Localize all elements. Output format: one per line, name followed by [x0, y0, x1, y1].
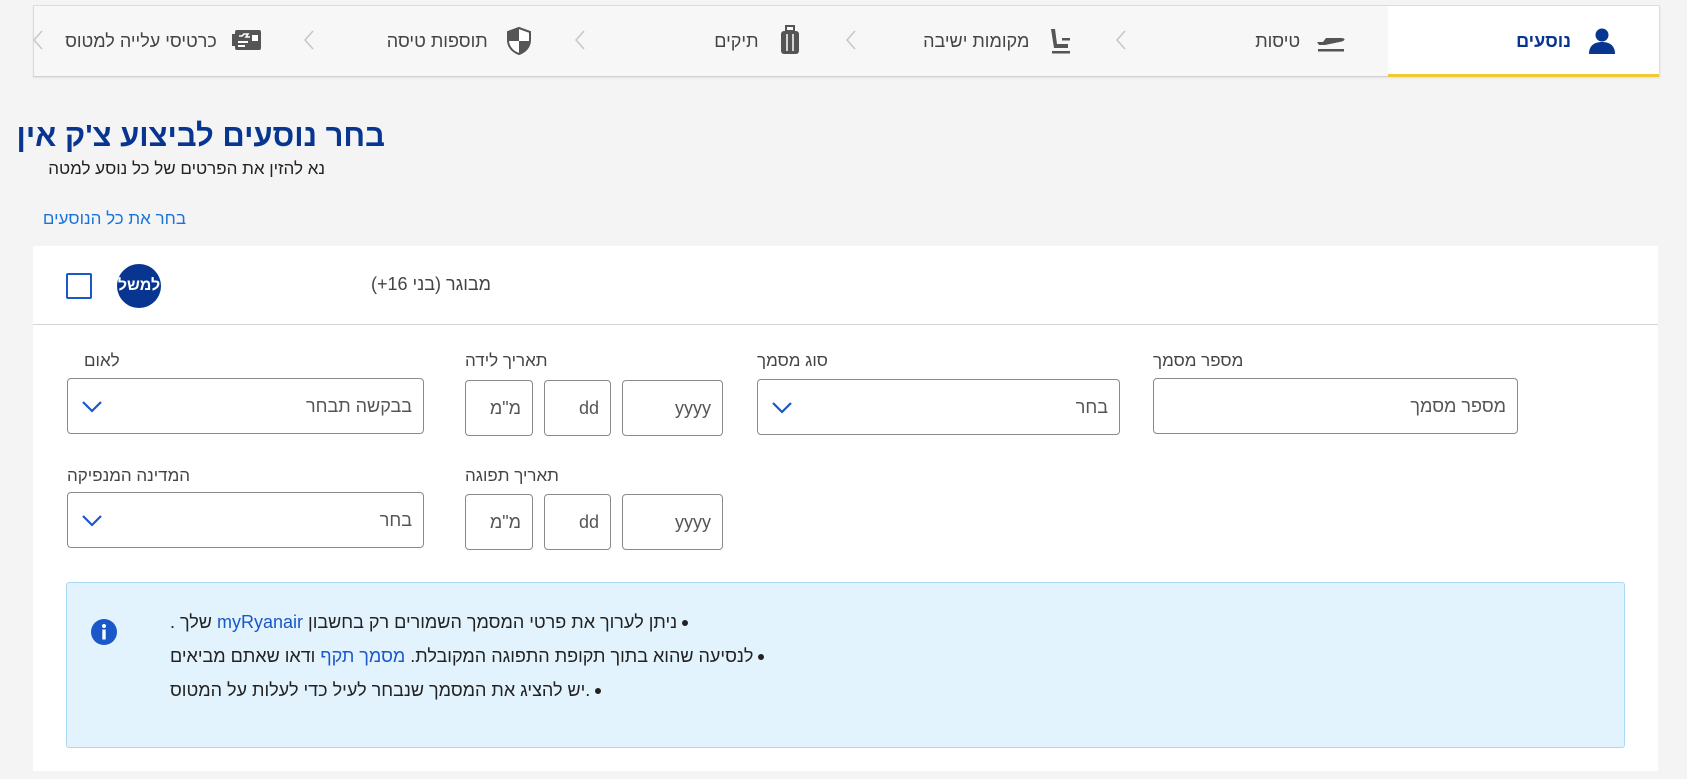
- page-subtitle: נא להזין את הפרטים של כל נוסע למטה: [48, 159, 325, 178]
- chevron-left-icon: [33, 30, 43, 50]
- step-label: תיקים: [714, 30, 759, 51]
- select-all-passengers-link[interactable]: בחר את כל הנוסעים: [43, 209, 186, 229]
- expiry-day-input[interactable]: dd: [544, 494, 611, 550]
- myryanair-link[interactable]: myRyanair: [217, 612, 303, 632]
- chevron-down-icon: [82, 515, 102, 527]
- info-item-text: ניתן לערוך את פרטי המסמך השמורים רק בחשב…: [308, 612, 678, 632]
- document-type-select[interactable]: בחר: [757, 379, 1120, 435]
- date-of-birth-label: תאריך לידה: [465, 351, 548, 370]
- plane-icon: [1314, 24, 1348, 58]
- step-label: טיסות: [1255, 30, 1301, 51]
- step-flights[interactable]: טיסות: [1116, 6, 1388, 76]
- bullet: [758, 654, 765, 661]
- birth-year-placeholder: yyyy: [675, 397, 711, 418]
- info-item: לנסיעה שהוא בתוך תקופת התפוגה המקובלת. מ…: [170, 639, 776, 673]
- page-title: בחר נוסעים לביצוע צ'ק אין: [16, 118, 385, 153]
- birth-year-input[interactable]: yyyy: [622, 380, 723, 436]
- expiry-year-placeholder: yyyy: [675, 511, 711, 532]
- nationality-value: בבקשה תבחר: [305, 395, 412, 416]
- info-item: יש להציג את המסמך שנבחר לעיל כדי לעלות ע…: [170, 673, 613, 707]
- valid-document-link[interactable]: מסמך תקף: [320, 646, 405, 666]
- chevron-down-icon: [772, 402, 792, 414]
- step-passengers[interactable]: נוסעים: [1388, 6, 1659, 77]
- birth-month-input[interactable]: מ"מ: [465, 380, 533, 436]
- step-label: תוספות טיסה: [386, 30, 488, 51]
- birth-day-input[interactable]: dd: [544, 380, 611, 436]
- document-type-value: בחר: [1075, 396, 1108, 417]
- seat-icon: [1043, 24, 1077, 58]
- expiry-month-placeholder: מ"מ: [489, 511, 521, 532]
- step-seats[interactable]: מקומות ישיבה: [845, 6, 1118, 76]
- issuing-country-select[interactable]: בחר: [67, 492, 424, 548]
- info-item-prefix: ודאו שאתם מביאים: [170, 646, 316, 666]
- boarding-pass-icon: [231, 24, 265, 58]
- birth-day-placeholder: dd: [578, 397, 599, 418]
- passenger-card: מבוגר (בני 16+) למשל מספר מסמך סוג מסמך …: [33, 246, 1658, 771]
- nationality-label: לאום: [84, 351, 120, 370]
- step-label: נוסעים: [1516, 30, 1571, 51]
- document-number-label: מספר מסמך: [1153, 351, 1244, 370]
- step-label: מקומות ישיבה: [923, 30, 1030, 51]
- chevron-down-icon: [82, 401, 102, 413]
- info-item-prefix: . שלך: [170, 612, 212, 632]
- bullet: [595, 688, 602, 695]
- document-type-label: סוג מסמך: [757, 351, 828, 370]
- passenger-card-header: מבוגר (בני 16+) למשל: [33, 246, 1658, 325]
- shield-icon: [502, 24, 536, 58]
- nationality-select[interactable]: בבקשה תבחר: [67, 378, 424, 434]
- bullet: [682, 620, 689, 627]
- expiry-month-input[interactable]: מ"מ: [465, 494, 533, 550]
- step-boarding-passes[interactable]: כרטיסי עלייה למטוס: [33, 6, 305, 76]
- document-info-box: . שלך myRyanair ניתן לערוך את פרטי המסמך…: [66, 582, 1625, 748]
- birth-month-placeholder: מ"מ: [489, 397, 521, 418]
- info-item: . שלך myRyanair ניתן לערוך את פרטי המסמך…: [170, 605, 700, 639]
- info-item-text: לנסיעה שהוא בתוך תקופת התפוגה המקובלת.: [410, 646, 754, 666]
- suitcase-icon: [773, 24, 807, 58]
- document-number-input[interactable]: מספר מסמך: [1153, 378, 1518, 434]
- expiry-day-placeholder: dd: [578, 511, 599, 532]
- checkin-steps-bar: נוסעים טיסות מקומות ישיבה תיקים תוספות ט…: [33, 5, 1660, 77]
- expiry-year-input[interactable]: yyyy: [622, 494, 723, 550]
- step-label: כרטיסי עלייה למטוס: [65, 30, 217, 51]
- passenger-type-label: מבוגר (בני 16+): [371, 274, 492, 294]
- step-extras[interactable]: תוספות טיסה: [303, 6, 576, 76]
- issuing-country-value: בחר: [379, 509, 412, 530]
- info-item-text: יש להציג את המסמך שנבחר לעיל כדי לעלות ע…: [170, 680, 591, 700]
- person-icon: [1585, 24, 1619, 58]
- passenger-avatar: למשל: [117, 264, 161, 308]
- info-icon: [91, 619, 117, 645]
- document-number-placeholder: מספר מסמך: [1410, 395, 1506, 416]
- expiry-date-label: תאריך תפוגה: [465, 466, 559, 485]
- step-bags[interactable]: תיקים: [574, 6, 847, 76]
- passenger-select-checkbox[interactable]: [66, 273, 92, 299]
- issuing-country-label: המדינה המנפיקה: [67, 466, 191, 485]
